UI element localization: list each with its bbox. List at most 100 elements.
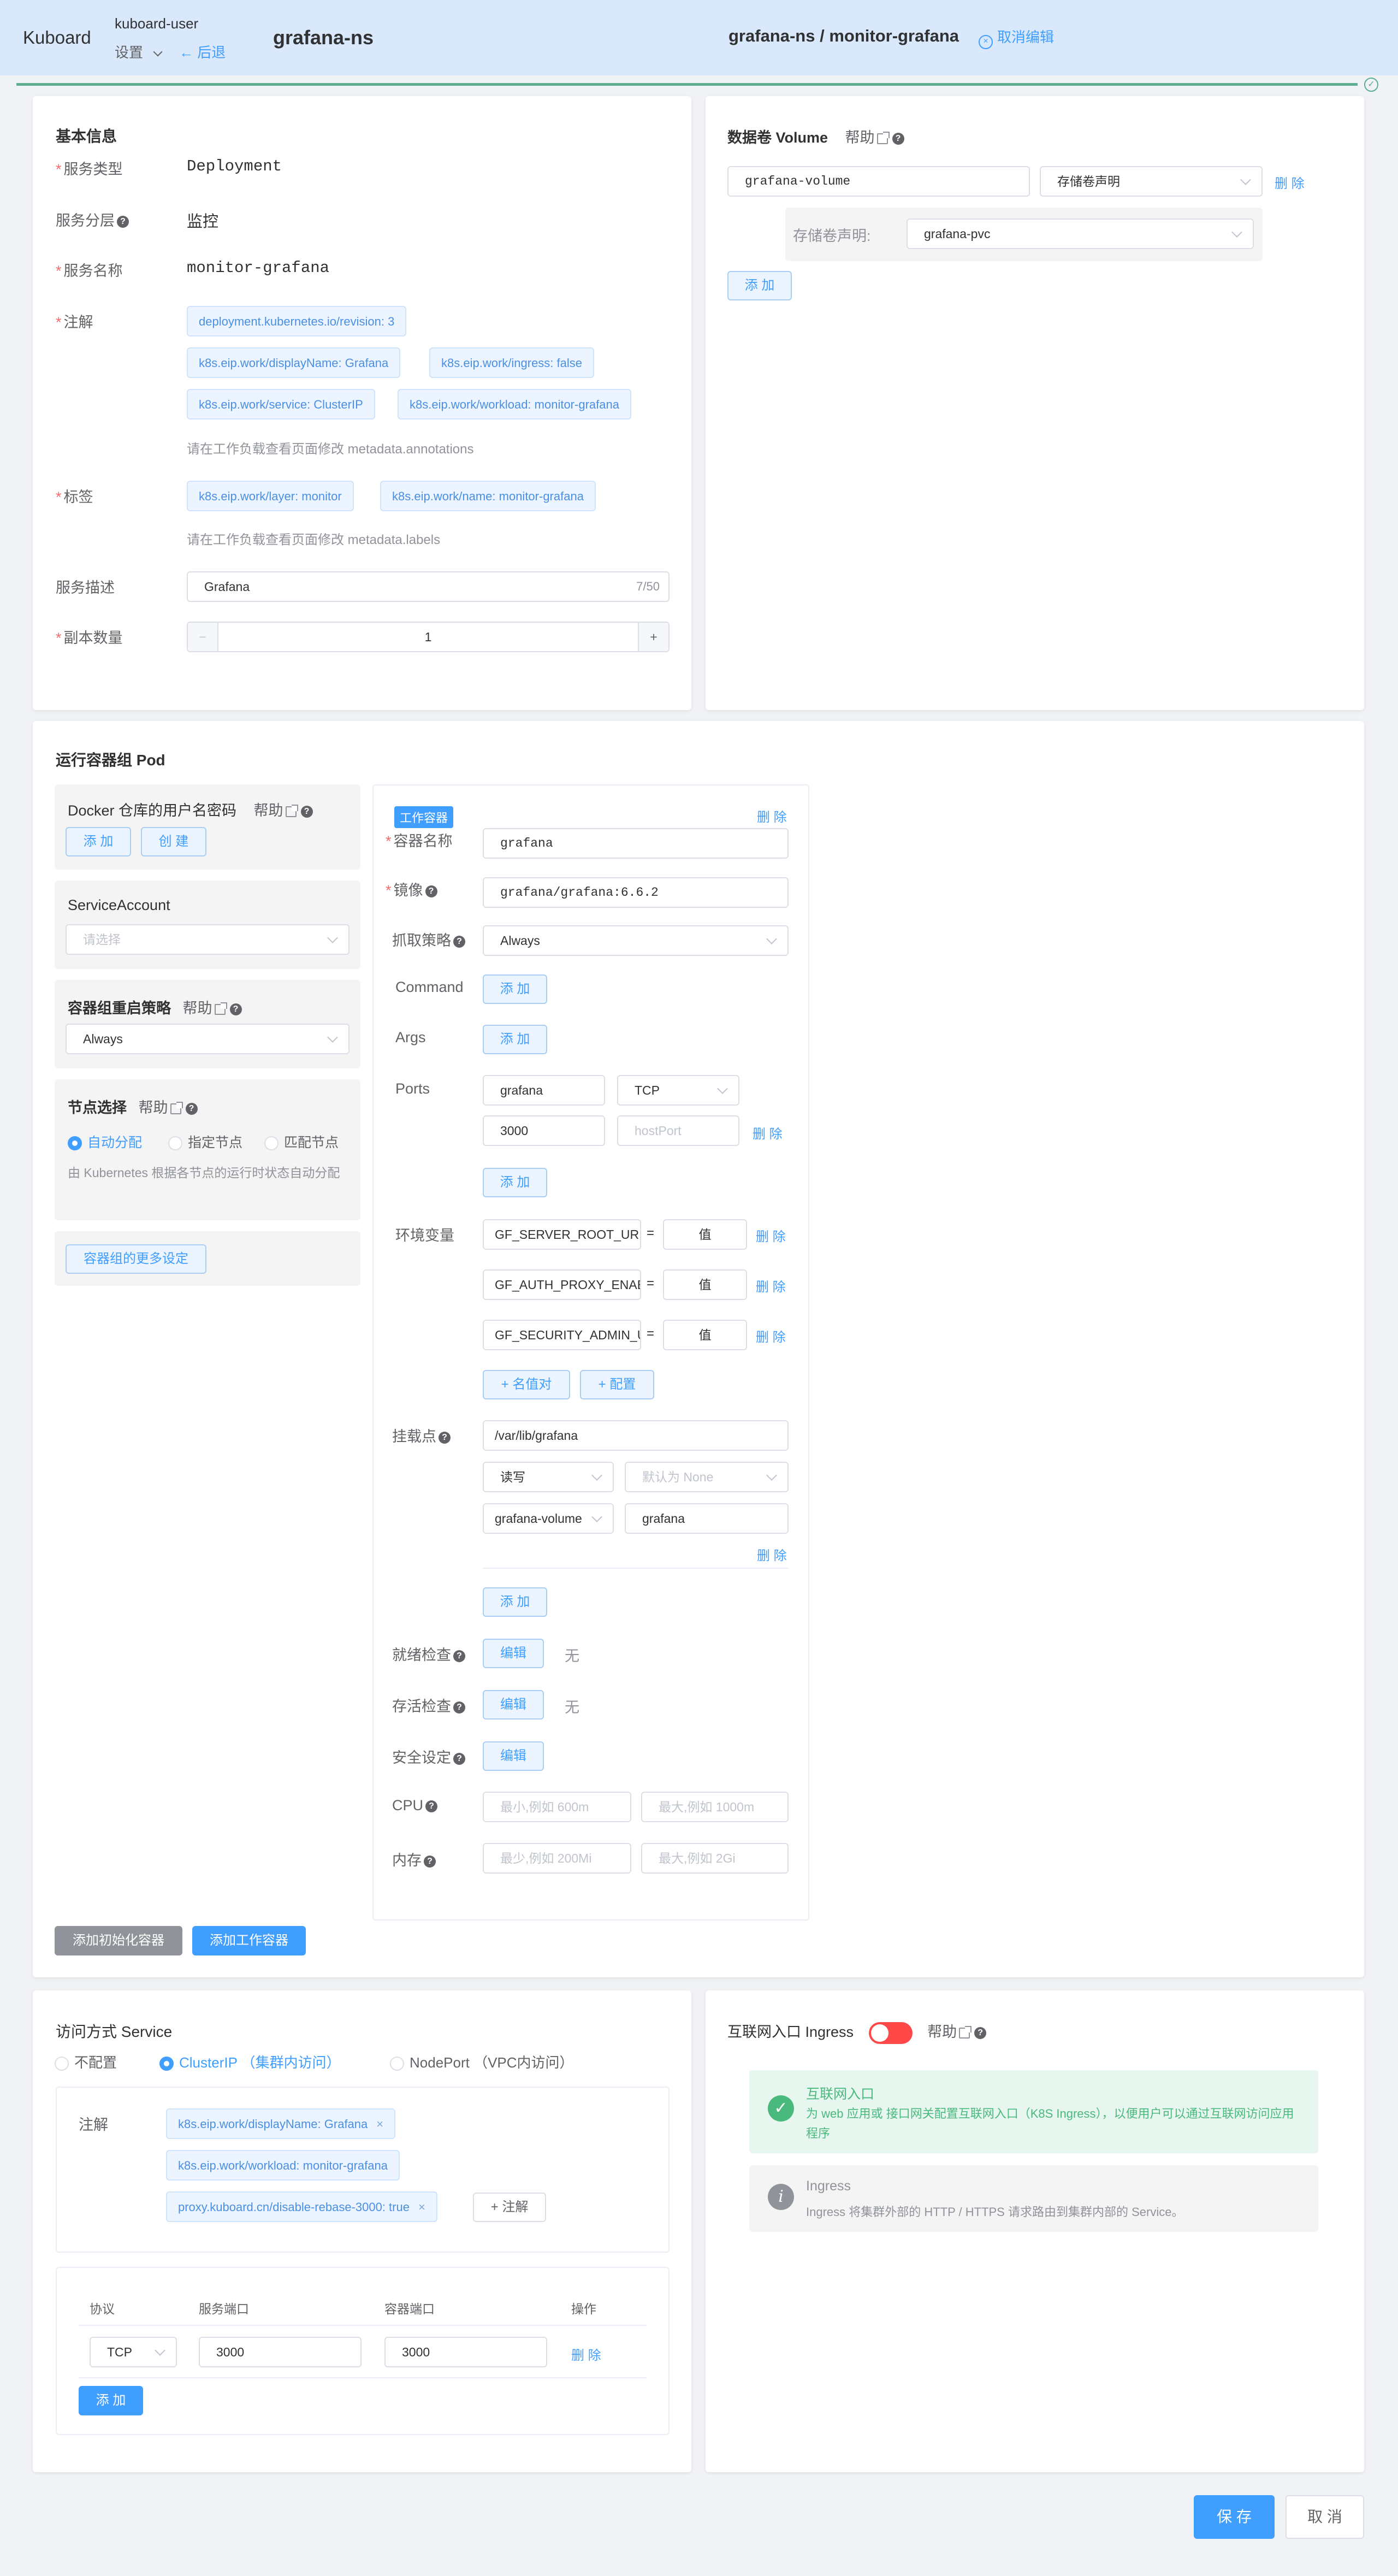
- host-port-input[interactable]: hostPort: [617, 1115, 739, 1146]
- add-mount-button[interactable]: 添 加: [483, 1587, 547, 1617]
- edit-readiness-button[interactable]: 编辑: [483, 1639, 544, 1668]
- delete-env-button[interactable]: 删 除: [756, 1226, 786, 1245]
- delete-port-button[interactable]: 删 除: [753, 1123, 783, 1142]
- delete-container-button[interactable]: 删 除: [757, 806, 787, 825]
- edit-security-button[interactable]: 编辑: [483, 1741, 544, 1771]
- help-icon[interactable]: ?: [453, 1701, 465, 1714]
- delete-volume-button[interactable]: 删 除: [1275, 173, 1305, 192]
- increment-button[interactable]: +: [638, 623, 668, 651]
- ingress-success-tip: ✓ 互联网入口 为 web 应用或 接口网关配置互联网入口（K8S Ingres…: [749, 2070, 1318, 2153]
- add-volume-button[interactable]: 添 加: [727, 271, 792, 300]
- help-icon[interactable]: ?: [185, 1102, 198, 1115]
- add-init-container-button[interactable]: 添加初始化容器: [55, 1926, 182, 1955]
- service-protocol-select[interactable]: TCP: [90, 2337, 177, 2367]
- settings-menu[interactable]: 设置: [115, 42, 163, 62]
- cpu-min-input[interactable]: 最小,例如 600m: [483, 1792, 631, 1822]
- add-annotation-button[interactable]: + 注解: [473, 2193, 546, 2222]
- help-icon[interactable]: ?: [974, 2026, 987, 2039]
- mount-path-input[interactable]: /var/lib/grafana: [483, 1420, 789, 1451]
- volume-name-input[interactable]: grafana-volume: [727, 166, 1030, 197]
- back-link[interactable]: ← 后退: [179, 42, 226, 62]
- restart-header: 容器组重启策略 帮助?: [68, 996, 242, 1018]
- radio-specify-node[interactable]: 指定节点: [168, 1132, 242, 1151]
- restart-policy-select[interactable]: Always: [66, 1024, 350, 1054]
- help-icon[interactable]: ?: [453, 1650, 465, 1662]
- radio-no-service[interactable]: 不配置: [55, 2052, 117, 2072]
- help-link[interactable]: 帮助: [139, 1100, 183, 1116]
- radio-auto-assign[interactable]: 自动分配: [68, 1132, 142, 1151]
- add-command-button[interactable]: 添 加: [483, 974, 547, 1004]
- close-icon[interactable]: ×: [376, 2117, 383, 2131]
- close-icon[interactable]: ×: [418, 2200, 425, 2214]
- env-value-input[interactable]: 值: [663, 1320, 747, 1350]
- add-work-container-button[interactable]: 添加工作容器: [192, 1926, 306, 1955]
- edit-liveness-button[interactable]: 编辑: [483, 1690, 544, 1720]
- pvc-select[interactable]: grafana-pvc: [907, 218, 1254, 249]
- env-value-input[interactable]: 值: [663, 1219, 747, 1250]
- service-account-select[interactable]: 请选择: [66, 924, 350, 955]
- port-name-input[interactable]: grafana: [483, 1075, 605, 1106]
- pod-card: 运行容器组 Pod Docker 仓库的用户名密码 帮助? 添 加 创 建 Se…: [33, 721, 1364, 1977]
- service-annotation-tag[interactable]: k8s.eip.work/displayName: Grafana ×: [166, 2108, 396, 2139]
- help-link[interactable]: 帮助: [183, 1000, 228, 1017]
- add-port-button[interactable]: 添 加: [483, 1168, 547, 1197]
- logo[interactable]: Kuboard: [23, 27, 91, 48]
- mount-subpath-input[interactable]: grafana: [625, 1503, 789, 1534]
- delete-mount-button[interactable]: 删 除: [757, 1545, 787, 1564]
- mount-mode-select[interactable]: 读写: [483, 1462, 614, 1492]
- save-button[interactable]: 保 存: [1194, 2495, 1275, 2539]
- mount-volume-select[interactable]: grafana-volume: [483, 1503, 614, 1534]
- container-port-input[interactable]: 3000: [483, 1115, 605, 1146]
- radio-node-port[interactable]: NodePort （VPC内访问）: [390, 2052, 574, 2072]
- help-icon[interactable]: ?: [892, 132, 904, 145]
- help-link[interactable]: 帮助: [845, 129, 890, 146]
- add-secret-button[interactable]: 添 加: [66, 827, 131, 856]
- container-name-input[interactable]: grafana: [483, 828, 789, 859]
- delete-env-button[interactable]: 删 除: [756, 1326, 786, 1345]
- help-icon[interactable]: ?: [300, 805, 313, 818]
- help-icon[interactable]: ?: [117, 215, 129, 228]
- cpu-max-input[interactable]: 最大,例如 1000m: [641, 1792, 789, 1822]
- delete-service-port-button[interactable]: 删 除: [571, 2344, 601, 2364]
- service-name-value: monitor-grafana: [187, 259, 330, 277]
- ingress-toggle[interactable]: [868, 2022, 913, 2044]
- env-value-input[interactable]: 值: [663, 1269, 747, 1300]
- replicas-stepper[interactable]: − 1 +: [187, 622, 670, 652]
- delete-env-button[interactable]: 删 除: [756, 1276, 786, 1295]
- decrement-button[interactable]: −: [188, 623, 218, 651]
- image-input[interactable]: grafana/grafana:6.6.2: [483, 877, 789, 908]
- description-input[interactable]: Grafana 7/50: [187, 571, 670, 602]
- port-protocol-select[interactable]: TCP: [617, 1075, 739, 1106]
- help-icon[interactable]: ?: [424, 1855, 436, 1868]
- help-icon[interactable]: ?: [439, 1431, 451, 1444]
- cancel-edit-button[interactable]: × 取消编辑: [979, 26, 1054, 49]
- help-icon[interactable]: ?: [453, 1752, 465, 1765]
- add-args-button[interactable]: 添 加: [483, 1025, 547, 1054]
- add-env-config-button[interactable]: + 配置: [580, 1370, 654, 1399]
- service-annotation-tag[interactable]: proxy.kuboard.cn/disable-rebase-3000: tr…: [166, 2191, 437, 2222]
- radio-cluster-ip[interactable]: ClusterIP （集群内访问）: [159, 2052, 341, 2072]
- cancel-button[interactable]: 取 消: [1286, 2495, 1364, 2539]
- help-icon[interactable]: ?: [425, 1800, 438, 1812]
- memory-min-input[interactable]: 最少,例如 200Mi: [483, 1843, 631, 1874]
- help-icon[interactable]: ?: [229, 1003, 242, 1015]
- volume-type-select[interactable]: 存储卷声明: [1040, 166, 1263, 197]
- add-service-port-button[interactable]: 添 加: [79, 2386, 143, 2415]
- env-name-input[interactable]: GF_SECURITY_ADMIN_USER: [483, 1320, 641, 1350]
- chevron-down-icon: [1240, 174, 1251, 185]
- add-env-kv-button[interactable]: + 名值对: [483, 1370, 570, 1399]
- target-port-input[interactable]: 3000: [384, 2337, 547, 2367]
- mount-propagation-select[interactable]: 默认为 None: [625, 1462, 789, 1492]
- help-icon[interactable]: ?: [425, 885, 437, 897]
- help-link[interactable]: 帮助: [927, 2024, 972, 2040]
- service-port-input[interactable]: 3000: [199, 2337, 362, 2367]
- create-secret-button[interactable]: 创 建: [141, 827, 206, 856]
- help-icon[interactable]: ?: [453, 935, 465, 948]
- env-name-input[interactable]: GF_AUTH_PROXY_ENABLED: [483, 1269, 641, 1300]
- radio-match-node[interactable]: 匹配节点: [264, 1132, 339, 1151]
- help-link[interactable]: 帮助: [254, 802, 299, 819]
- more-pod-settings-button[interactable]: 容器组的更多设定: [66, 1244, 206, 1274]
- memory-max-input[interactable]: 最大,例如 2Gi: [641, 1843, 789, 1874]
- env-name-input[interactable]: GF_SERVER_ROOT_URL: [483, 1219, 641, 1250]
- pull-policy-select[interactable]: Always: [483, 925, 789, 956]
